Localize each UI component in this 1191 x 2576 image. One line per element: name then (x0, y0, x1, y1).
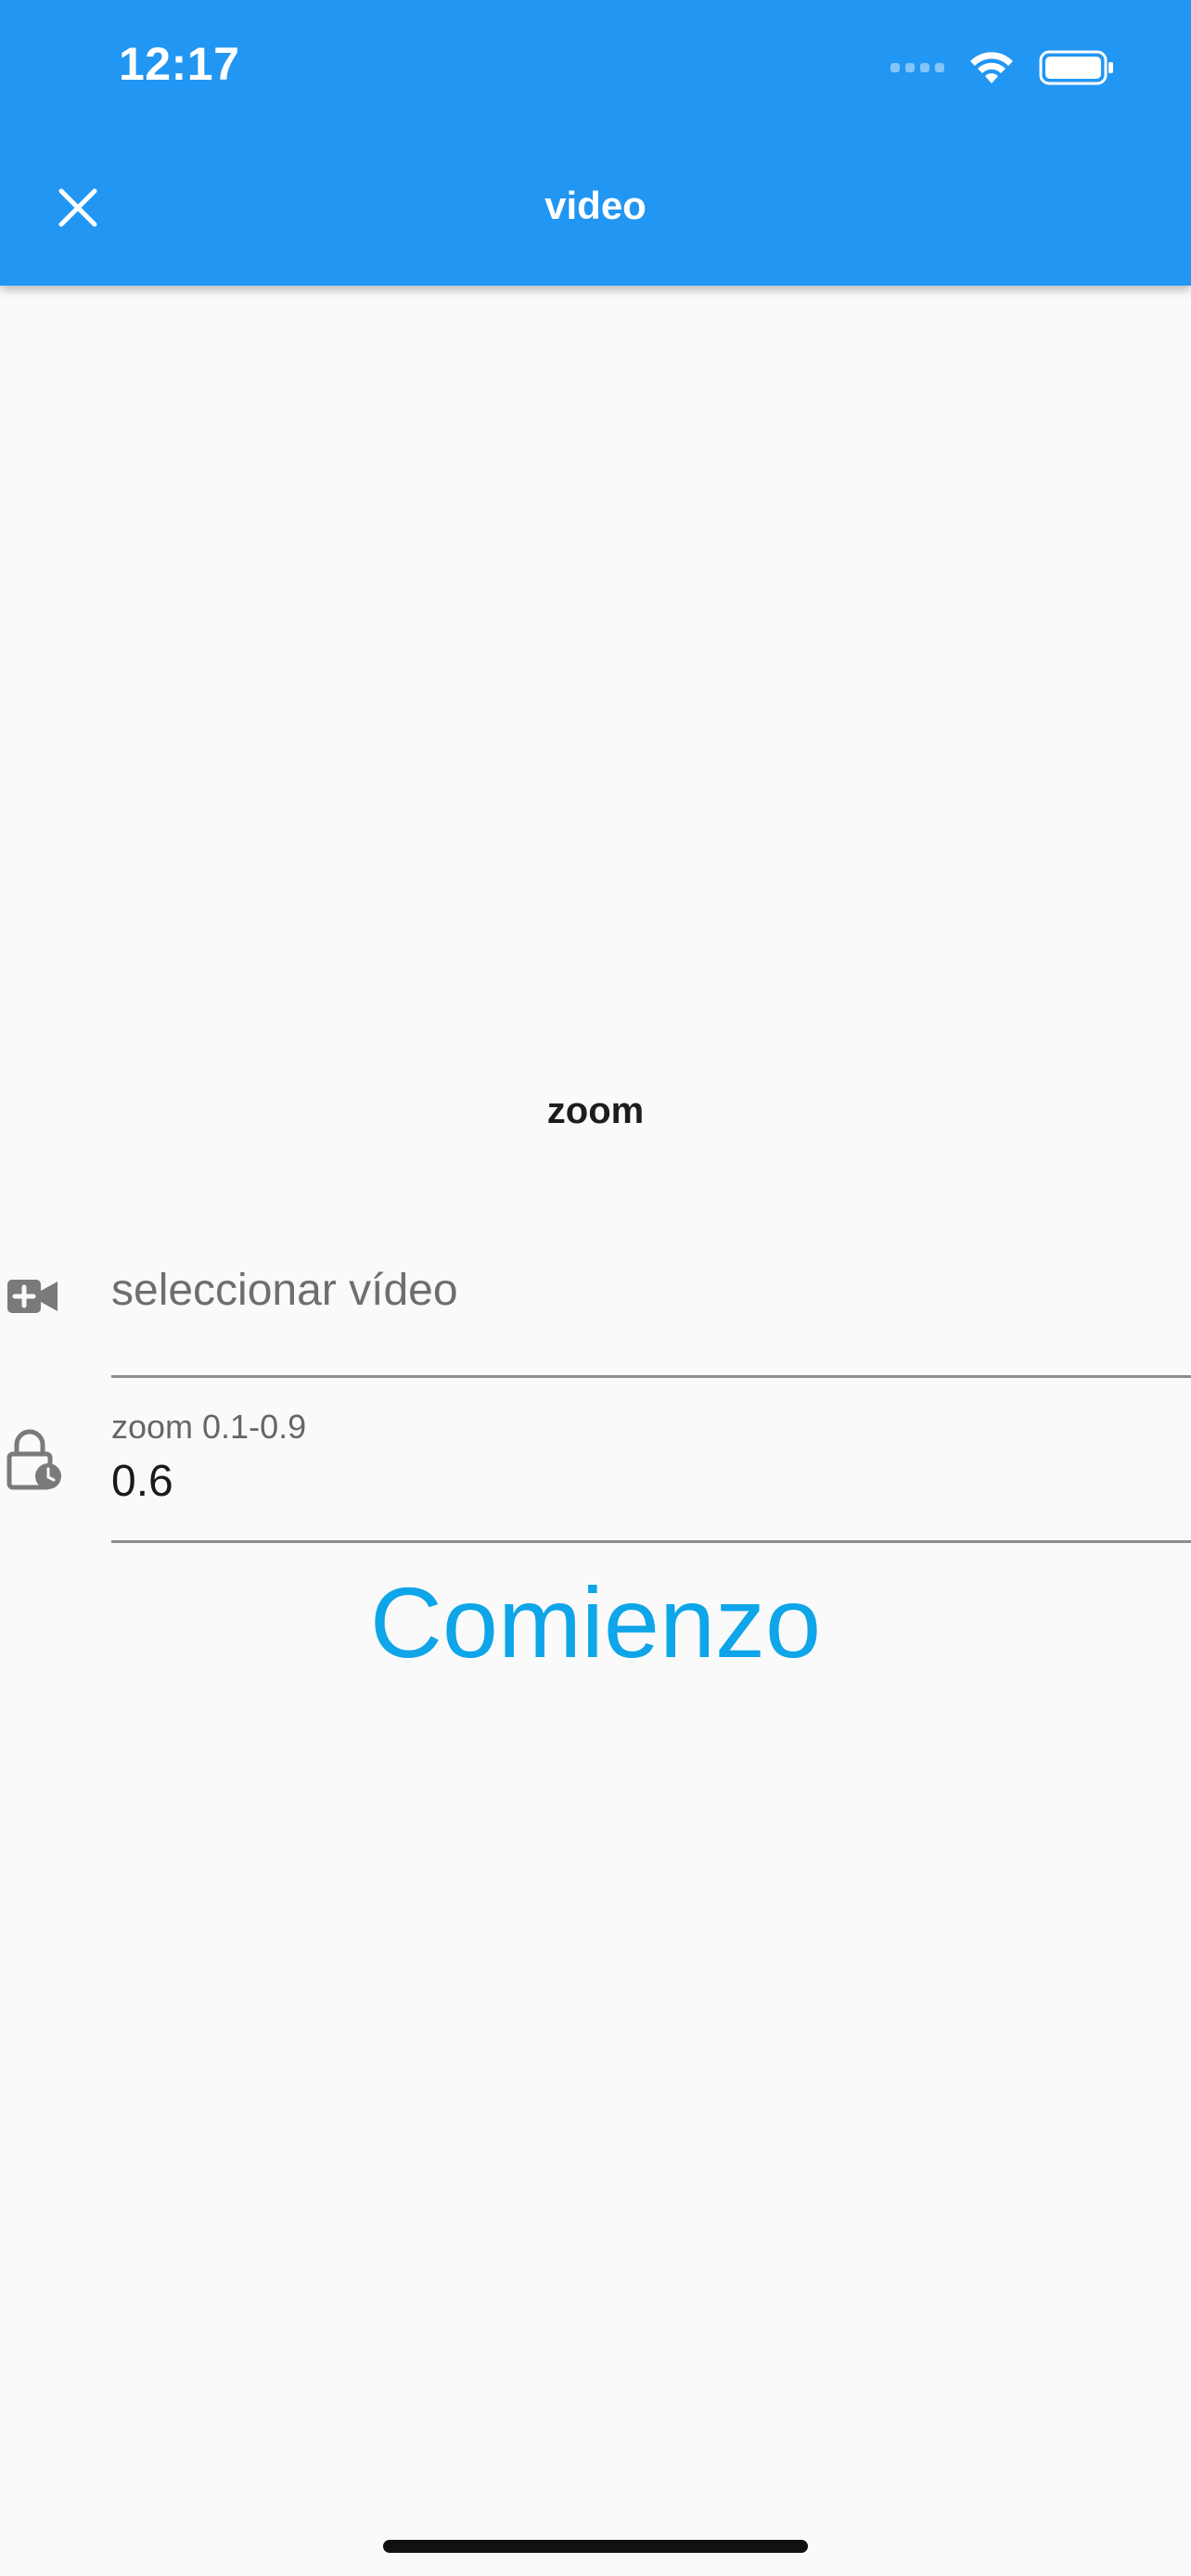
app-bar: 12:17 video (0, 0, 1191, 286)
zoom-input[interactable] (111, 1456, 946, 1507)
page-title: video (544, 184, 647, 227)
lock-clock-icon (6, 1426, 65, 1496)
status-time: 12:17 (119, 38, 240, 90)
cellular-signal-icon (890, 63, 944, 72)
screen: 12:17 video zoom seleccionar vídeo zoom … (0, 0, 1191, 2576)
wifi-icon (968, 50, 1015, 85)
status-icons (890, 45, 1115, 91)
video-field-underline (111, 1375, 1191, 1378)
home-indicator[interactable] (383, 2540, 808, 2553)
zoom-field[interactable]: zoom 0.1-0.9 (0, 1382, 1191, 1549)
zoom-field-underline (111, 1540, 1191, 1543)
zoom-field-label: zoom 0.1-0.9 (111, 1408, 307, 1446)
select-video-field[interactable]: seleccionar vídeo (0, 1224, 1191, 1382)
section-heading: zoom (546, 1090, 645, 1131)
battery-icon (1039, 49, 1115, 86)
select-video-placeholder: seleccionar vídeo (111, 1266, 458, 1315)
start-button[interactable]: Comienzo (0, 1558, 1191, 1688)
video-add-icon (6, 1276, 59, 1321)
